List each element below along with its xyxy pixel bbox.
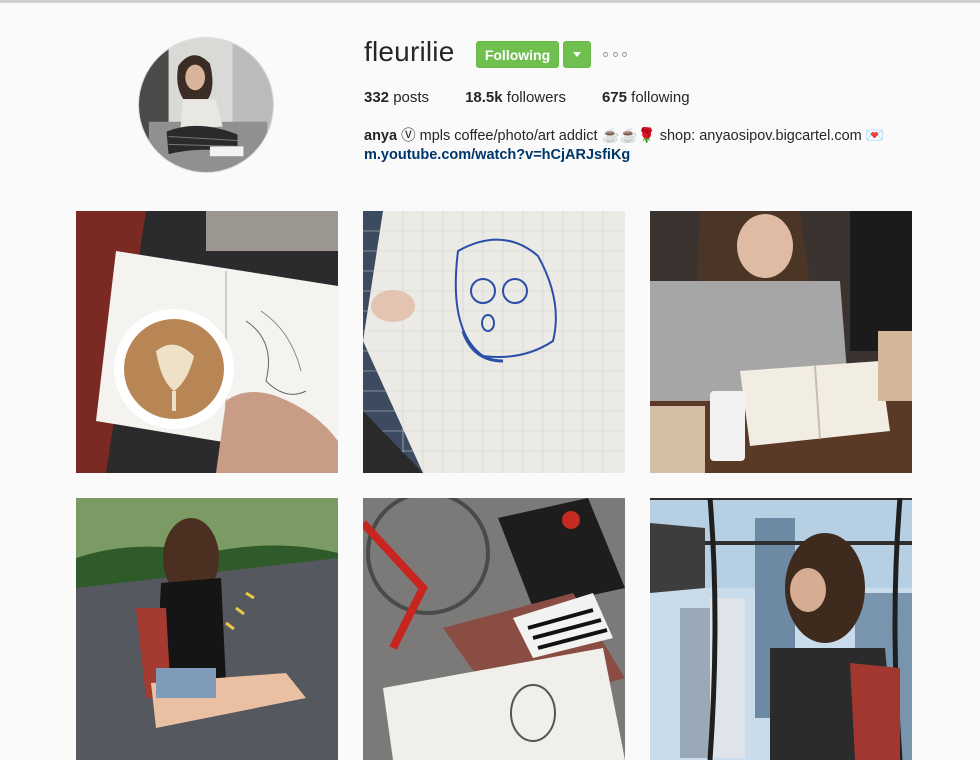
- dot-icon: [612, 51, 618, 57]
- post-image: [76, 498, 338, 760]
- profile-header: fleurilie Following 332 posts 18.5k foll…: [0, 0, 980, 200]
- following-label: following: [627, 89, 690, 106]
- profile-bio: anya Ⓥ mpls coffee/photo/art addict ☕☕🌹 …: [364, 124, 884, 145]
- post-image: [76, 211, 338, 473]
- posts-stat: 332 posts: [364, 89, 429, 106]
- post-park-road[interactable]: [76, 498, 338, 760]
- post-image: [650, 498, 912, 760]
- more-options-icon[interactable]: [603, 49, 627, 59]
- following-count: 675: [601, 89, 627, 106]
- profile-avatar[interactable]: [138, 37, 274, 173]
- bio-name: anya: [364, 128, 398, 144]
- follow-dropdown-button[interactable]: [563, 41, 591, 68]
- post-latte-art[interactable]: [76, 211, 338, 473]
- bio-text: Ⓥ mpls coffee/photo/art addict ☕☕🌹 shop:…: [397, 128, 884, 144]
- post-portrait-sketch[interactable]: [363, 211, 625, 473]
- profile-stats: 332 posts 18.5k followers 675 following: [364, 89, 726, 106]
- post-bike-backpack[interactable]: [363, 498, 625, 760]
- followers-stat[interactable]: 18.5k followers: [465, 89, 566, 106]
- post-image: [650, 211, 912, 473]
- dot-icon: [622, 51, 627, 57]
- followers-label: followers: [502, 89, 566, 106]
- profile-username: fleurilie: [364, 36, 455, 67]
- post-reading-with-coffee[interactable]: [650, 211, 912, 473]
- followers-count: 18.5k: [465, 89, 503, 106]
- post-observation-deck[interactable]: [650, 498, 912, 760]
- post-image: [363, 498, 625, 760]
- following-stat[interactable]: 675 following: [602, 89, 690, 106]
- dot-icon: [603, 51, 608, 57]
- following-button[interactable]: Following: [476, 41, 559, 68]
- bio-link[interactable]: m.youtube.com/watch?v=hCjARJsfiKg: [364, 147, 630, 163]
- caret-down-icon: [573, 52, 581, 57]
- avatar-image: [139, 38, 273, 172]
- posts-count: 332: [364, 89, 390, 106]
- posts-label: posts: [389, 89, 430, 106]
- post-image: [363, 211, 625, 473]
